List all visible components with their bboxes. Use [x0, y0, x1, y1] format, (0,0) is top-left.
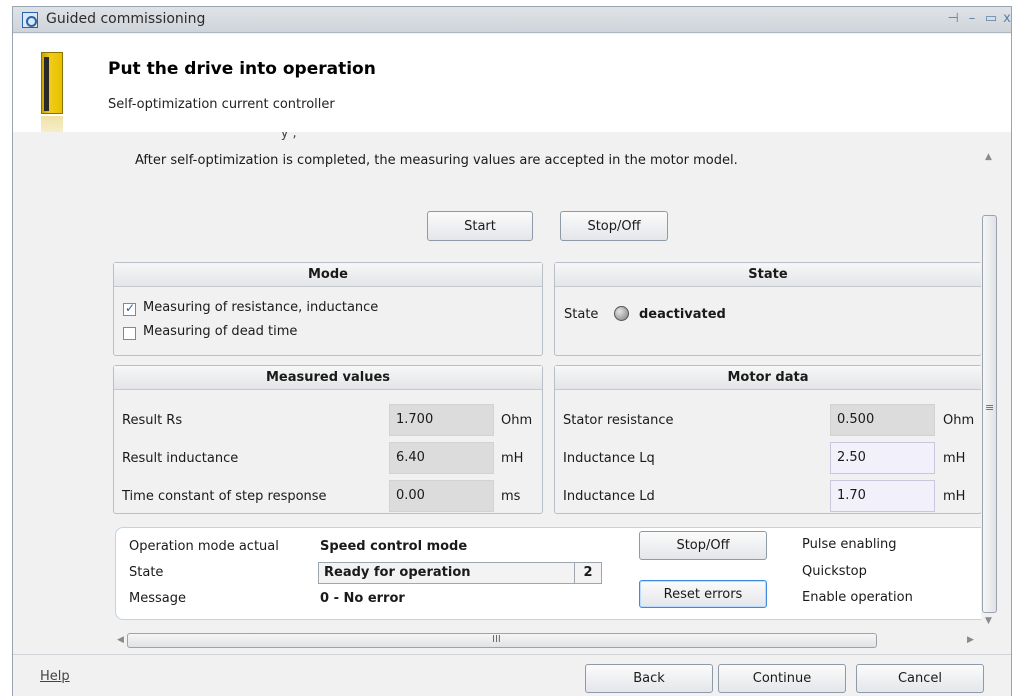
state-panel: State State deactivated [554, 262, 982, 356]
vertical-scrollbar[interactable]: ▲ ≡ ▼ [981, 132, 998, 632]
scroll-down-icon[interactable]: ▼ [985, 616, 992, 626]
close-icon[interactable]: x [1000, 11, 1014, 26]
vertical-scroll-thumb[interactable]: ≡ [982, 215, 997, 613]
maximize-icon[interactable]: ▭ [984, 11, 998, 26]
scroll-up-icon[interactable]: ▲ [985, 152, 992, 162]
vertical-grip-icon: ≡ [985, 401, 995, 414]
horizontal-scrollbar[interactable]: ◀ III ▶ [115, 632, 981, 649]
enable-operation-label: Enable operation [802, 590, 913, 605]
app-icon [22, 12, 38, 28]
result-rs-value: 1.700 [389, 404, 494, 436]
stop-off-button[interactable]: Stop/Off [560, 211, 668, 241]
quickstop-label: Quickstop [802, 564, 867, 579]
resistance-inductance-label: Measuring of resistance, inductance [143, 300, 379, 315]
result-rs-unit: Ohm [501, 413, 533, 428]
pulse-enabling-label: Pulse enabling [802, 537, 897, 552]
inductance-ld-label: Inductance Ld [563, 489, 655, 504]
back-button[interactable]: Back [585, 664, 713, 693]
measured-values-panel: Measured values Result Rs 1.700 Ohm Resu… [113, 365, 543, 514]
mode-panel-title: Mode [114, 263, 542, 287]
reset-errors-button[interactable]: Reset errors [639, 580, 767, 608]
status-state-value: Ready for operation [324, 565, 471, 580]
measured-values-title: Measured values [114, 366, 542, 390]
operation-mode-label: Operation mode actual [129, 539, 279, 554]
title-bar: Guided commissioning ⊣ – ▭ x [13, 7, 1011, 33]
inductance-lq-label: Inductance Lq [563, 451, 655, 466]
stator-resistance-label: Stator resistance [563, 413, 674, 428]
result-inductance-value: 6.40 [389, 442, 494, 474]
page-subtitle: Self-optimization current controller [108, 97, 335, 112]
inductance-lq-input[interactable]: 2.50 [830, 442, 935, 474]
help-link[interactable]: Help [40, 669, 70, 684]
motor-data-title: Motor data [555, 366, 981, 390]
result-rs-label: Result Rs [122, 413, 183, 428]
state-led-icon [614, 306, 629, 321]
inductance-lq-unit: mH [943, 451, 966, 466]
drive-status-bar: Operation mode actual Speed control mode… [115, 527, 995, 620]
start-button[interactable]: Start [427, 211, 533, 241]
horizontal-scroll-thumb[interactable]: III [127, 633, 877, 648]
intro-text: After self-optimization is completed, th… [135, 153, 738, 168]
guided-commissioning-window: Guided commissioning ⊣ – ▭ x Put the dri… [12, 6, 1012, 696]
time-constant-value: 0.00 [389, 480, 494, 512]
mode-panel: Mode Measuring of resistance, inductance… [113, 262, 543, 356]
result-inductance-label: Result inductance [122, 451, 239, 466]
pin-icon[interactable]: ⊣ [946, 11, 960, 26]
inductance-ld-input[interactable]: 1.70 [830, 480, 935, 512]
dead-time-label: Measuring of dead time [143, 324, 298, 339]
operation-mode-value: Speed control mode [320, 539, 468, 554]
status-state-count: 2 [574, 563, 601, 583]
stator-resistance-unit: Ohm [943, 413, 975, 428]
state-label: State [564, 307, 599, 322]
resistance-inductance-checkbox[interactable] [123, 301, 136, 316]
cancel-button[interactable]: Cancel [856, 664, 984, 693]
result-inductance-unit: mH [501, 451, 524, 466]
wizard-footer: Help Back Continue Cancel [13, 654, 1011, 696]
window-title: Guided commissioning [46, 11, 206, 27]
message-value: 0 - No error [320, 591, 405, 606]
inductance-ld-unit: mH [943, 489, 966, 504]
horizontal-grip-icon: III [492, 634, 501, 645]
status-state-box: Ready for operation 2 [318, 562, 602, 584]
state-value: deactivated [639, 307, 726, 322]
wizard-header: Put the drive into operation Self-optimi… [13, 34, 1011, 156]
continue-button[interactable]: Continue [718, 664, 846, 693]
motor-data-panel: Motor data Stator resistance 0.500 Ohm I… [554, 365, 982, 514]
message-label: Message [129, 591, 186, 606]
page-title: Put the drive into operation [108, 59, 376, 79]
dead-time-checkbox[interactable] [123, 327, 136, 340]
stator-resistance-value: 0.500 [830, 404, 935, 436]
status-stop-off-button[interactable]: Stop/Off [639, 531, 767, 560]
minimize-icon[interactable]: – [965, 11, 979, 26]
state-panel-title: State [555, 263, 981, 287]
clipped-text: ' y ; ' ' ' [273, 132, 321, 141]
scroll-right-icon[interactable]: ▶ [967, 635, 974, 645]
scroll-left-icon[interactable]: ◀ [117, 635, 124, 645]
status-state-label: State [129, 565, 164, 580]
wizard-content: ' y ; ' ' ' After self-optimization is c… [13, 132, 1011, 654]
time-constant-unit: ms [501, 489, 521, 504]
time-constant-label: Time constant of step response [122, 489, 327, 504]
